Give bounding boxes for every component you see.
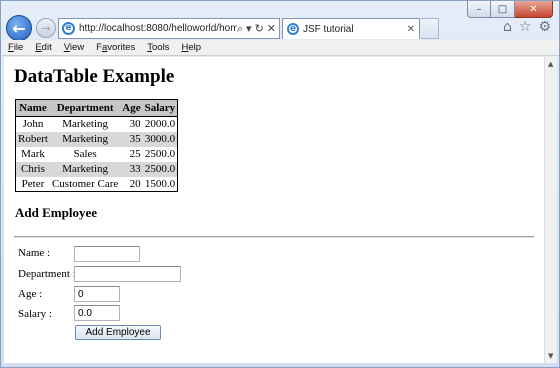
ie-tab-icon: e [287, 23, 299, 35]
menu-favorites-label: Favorites [96, 42, 136, 53]
add-employee-button[interactable]: Add Employee [75, 325, 161, 340]
address-url[interactable]: http://localhost:8080/helloworld/home.js… [79, 23, 237, 34]
window-caption-buttons: – □ ✕ [467, 1, 553, 18]
maximize-button[interactable]: □ [491, 1, 515, 18]
cell-name: John [15, 116, 50, 132]
cell-age: 25 [120, 146, 143, 162]
menu-favorites[interactable]: Favorites [96, 42, 135, 53]
new-tab-button[interactable] [421, 18, 439, 39]
menu-mnemonic: T [147, 42, 152, 53]
table-row: Mark Sales 25 2500.0 [15, 146, 178, 162]
gear-icon[interactable]: ⚙ [538, 19, 551, 35]
tab-label: JSF tutorial [303, 23, 354, 35]
header-salary: Salary [142, 99, 178, 117]
name-label: Name : [18, 247, 51, 259]
back-arrow-icon[interactable]: ← [6, 15, 32, 41]
vertical-scrollbar[interactable]: ▲ ▼ [544, 57, 557, 363]
menu-file[interactable]: File [8, 42, 23, 53]
cell-name: Robert [15, 131, 50, 147]
cell-department: Customer Care [49, 176, 121, 192]
cell-salary: 2500.0 [142, 161, 178, 177]
menu-mnemonic: E [35, 42, 42, 53]
header-department: Department [49, 99, 121, 117]
scroll-up-icon[interactable]: ▲ [548, 60, 553, 68]
cell-department: Marketing [49, 116, 121, 132]
scroll-down-icon[interactable]: ▼ [548, 352, 553, 360]
table-header-row: Name Department Age Salary [15, 99, 178, 117]
cell-department: Marketing [49, 131, 121, 147]
salary-label: Salary : [18, 308, 52, 320]
cell-salary: 1500.0 [142, 176, 178, 192]
page-title: DataTable Example [14, 66, 175, 87]
refresh-icon[interactable]: ↻ [255, 22, 264, 36]
browser-window: – □ ✕ ← → e http://localhost:8080/hellow… [0, 0, 560, 368]
menu-edit-label: Edit [35, 42, 52, 53]
tab-close-icon[interactable]: ✕ [407, 24, 415, 35]
home-icon[interactable]: ⌂ [503, 19, 512, 35]
dropdown-icon[interactable]: ▾ [246, 22, 252, 36]
cell-department: Sales [49, 146, 121, 162]
cell-salary: 2000.0 [142, 116, 178, 132]
menu-mnemonic: a [101, 42, 108, 53]
cell-salary: 2500.0 [142, 146, 178, 162]
stop-icon[interactable]: ✕ [267, 22, 276, 36]
cell-name: Peter [15, 176, 50, 192]
age-label: Age : [18, 288, 43, 300]
menu-edit[interactable]: Edit [35, 42, 51, 53]
address-tools: ⌕ ▾ ↻ ✕ [237, 22, 279, 36]
header-name: Name [15, 99, 50, 117]
section-divider [14, 236, 534, 238]
table-row: Peter Customer Care 20 1500.0 [15, 176, 178, 192]
menu-view-label: View [63, 42, 85, 53]
ie-page-icon: e [62, 22, 75, 35]
cell-department: Marketing [49, 161, 121, 177]
menu-mnemonic: H [181, 42, 189, 53]
close-window-button[interactable]: ✕ [515, 1, 553, 18]
salary-field[interactable] [74, 305, 120, 321]
cell-salary: 3000.0 [142, 131, 178, 147]
cell-age: 35 [120, 131, 143, 147]
cell-age: 33 [120, 161, 143, 177]
employee-table: Name Department Age Salary John Marketin… [15, 99, 179, 192]
menu-bar: File Edit View Favorites Tools Help [2, 40, 559, 56]
cell-name: Mark [15, 146, 50, 162]
menu-file-label: File [8, 42, 24, 53]
table-row: John Marketing 30 2000.0 [15, 116, 178, 132]
department-field[interactable] [74, 266, 181, 282]
cell-age: 30 [120, 116, 143, 132]
department-label: Department : [18, 268, 76, 280]
form-title: Add Employee [15, 205, 97, 220]
menu-mnemonic: V [63, 42, 70, 53]
table-row: Robert Marketing 35 3000.0 [15, 131, 178, 147]
menu-view[interactable]: View [64, 42, 84, 53]
page-viewport: DataTable Example Name Department Age Sa… [4, 57, 544, 363]
forward-arrow-icon[interactable]: → [36, 18, 56, 38]
header-age: Age [120, 99, 143, 117]
table-row: Chris Marketing 33 2500.0 [15, 161, 178, 177]
menu-help[interactable]: Help [181, 42, 201, 53]
minimize-button[interactable]: – [467, 1, 491, 18]
menu-mnemonic: F [8, 42, 14, 53]
menu-tools-label: Tools [147, 42, 170, 53]
tab-jsf-tutorial[interactable]: e JSF tutorial ✕ [282, 18, 420, 39]
cell-age: 20 [120, 176, 143, 192]
age-field[interactable] [74, 286, 120, 302]
address-bar[interactable]: e http://localhost:8080/helloworld/home.… [58, 18, 280, 39]
browser-right-icons: ⌂ ☆ ⚙ [503, 19, 551, 35]
name-field[interactable] [74, 246, 140, 262]
search-icon[interactable]: ⌕ [237, 22, 243, 36]
menu-tools[interactable]: Tools [147, 42, 169, 53]
star-icon[interactable]: ☆ [519, 19, 532, 35]
cell-name: Chris [15, 161, 50, 177]
menu-help-label: Help [181, 42, 201, 53]
